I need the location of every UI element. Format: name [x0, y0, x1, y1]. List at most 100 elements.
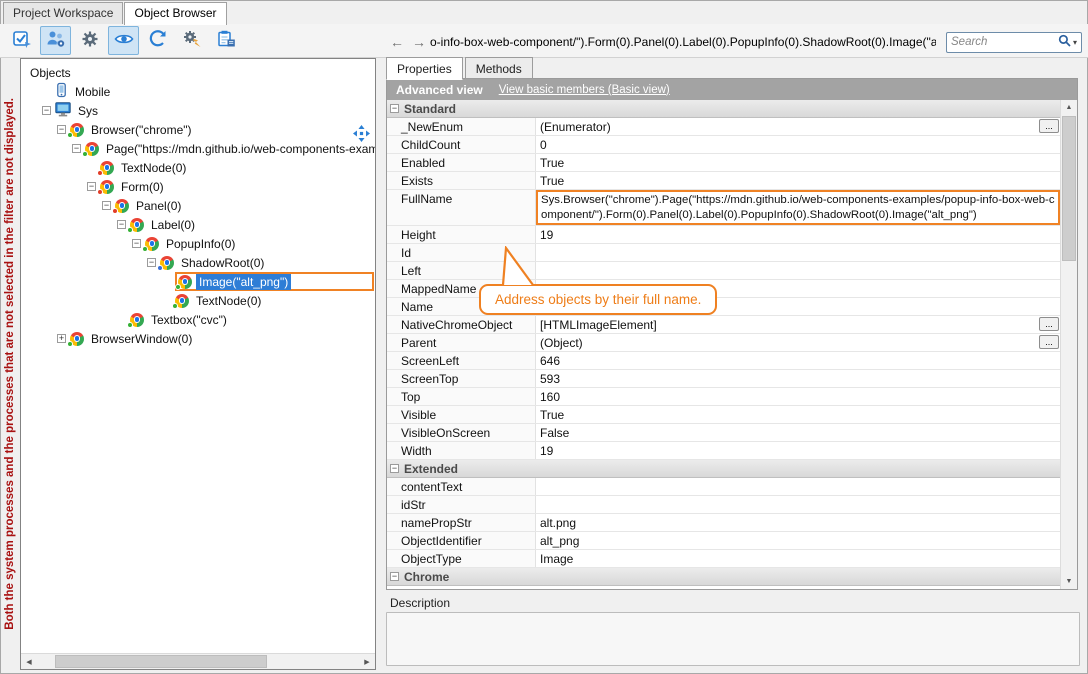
tree-item-label: ShadowRoot(0) — [178, 255, 267, 271]
property-name: FullName — [387, 190, 536, 225]
tree-scroll-thumb[interactable] — [55, 655, 267, 668]
property-value: True — [536, 172, 1060, 189]
property-value: False — [536, 424, 1060, 441]
tree-item[interactable]: −Sys — [21, 101, 375, 120]
view-mode-title: Advanced view — [396, 83, 483, 97]
selected-tree-item[interactable]: Image("alt_png") — [175, 272, 374, 291]
property-value: (Enumerator) — [536, 118, 1039, 135]
scroll-left-icon[interactable]: ◀ — [21, 654, 37, 669]
ellipsis-button[interactable]: ... — [1039, 317, 1059, 331]
tab-properties[interactable]: Properties — [386, 57, 463, 80]
property-value: [HTMLImageElement] — [536, 316, 1039, 333]
tab-object-browser[interactable]: Object Browser — [124, 2, 226, 25]
property-value: 646 — [536, 352, 1060, 369]
grid-vertical-scrollbar[interactable]: ▲ ▼ — [1060, 100, 1077, 589]
map-object-button[interactable] — [40, 26, 71, 55]
collapse-icon[interactable]: − — [390, 572, 399, 581]
tree-item-label: Browser("chrome") — [88, 122, 195, 138]
copy-object-info-button[interactable] — [210, 26, 241, 55]
tree-horizontal-scrollbar[interactable]: ◀ ▶ — [21, 653, 375, 669]
collapse-icon[interactable]: − — [147, 258, 156, 267]
tree-item[interactable]: − ShadowRoot(0) — [21, 253, 375, 272]
move-arrows-icon[interactable] — [353, 125, 370, 145]
section-header-chrome[interactable]: −Chrome — [387, 568, 1060, 586]
filter-note-strip: Both the system processes and the proces… — [0, 58, 20, 670]
grid-scroll-thumb[interactable] — [1062, 116, 1076, 261]
property-name: _NewEnum — [387, 118, 536, 135]
tree-item[interactable]: −PopupInfo(0) — [21, 234, 375, 253]
search-input[interactable]: Search ▾ — [946, 32, 1082, 53]
computer-icon — [55, 102, 71, 120]
tree-item-label: Form(0) — [118, 179, 167, 195]
collapse-icon[interactable]: − — [87, 182, 96, 191]
tree-item[interactable]: TextNode(0) — [21, 158, 375, 177]
collapse-icon[interactable]: − — [102, 201, 111, 210]
tree-item[interactable]: + BrowserWindow(0) — [21, 329, 375, 348]
forward-button[interactable]: → — [412, 34, 426, 50]
property-value: True — [536, 154, 1060, 171]
tree-item-label: BrowserWindow(0) — [88, 331, 195, 347]
basic-view-link[interactable]: View basic members (Basic view) — [499, 84, 670, 96]
section-header-extended[interactable]: −Extended — [387, 460, 1060, 478]
scroll-down-icon[interactable]: ▼ — [1061, 574, 1077, 589]
property-value: 19 — [536, 226, 1060, 243]
search-dropdown-icon[interactable]: ▾ — [1073, 38, 1077, 47]
expand-icon[interactable]: + — [57, 334, 66, 343]
collapse-icon[interactable]: − — [42, 106, 51, 115]
status-dot — [82, 151, 88, 157]
tree-item[interactable]: − Browser("chrome") — [21, 120, 375, 139]
scroll-right-icon[interactable]: ▶ — [359, 654, 375, 669]
property-value: True — [536, 406, 1060, 423]
object-fullname-path: o-info-box-web-component/").Form(0).Pane… — [430, 35, 936, 49]
tree-item[interactable]: Mobile — [21, 82, 375, 101]
run-gear-button[interactable] — [176, 26, 207, 55]
collapse-icon[interactable]: − — [132, 239, 141, 248]
settings-gear-button[interactable] — [74, 26, 105, 55]
search-icon[interactable] — [1058, 34, 1071, 50]
property-row: ScreenLeft646 — [387, 352, 1060, 370]
collapse-icon[interactable]: − — [390, 104, 399, 113]
property-value: alt.png — [536, 514, 1060, 531]
property-grid-body: −Standard_NewEnum(Enumerator)...ChildCou… — [387, 100, 1077, 589]
ellipsis-button[interactable]: ... — [1039, 335, 1059, 349]
back-button[interactable]: ← — [390, 34, 404, 50]
search-placeholder: Search — [951, 36, 1058, 48]
tree-item[interactable]: TextNode(0) — [21, 291, 375, 310]
section-header-standard[interactable]: −Standard — [387, 100, 1060, 118]
property-row: ObjectIdentifieralt_png — [387, 532, 1060, 550]
collapse-icon[interactable]: − — [57, 125, 66, 134]
collapse-icon[interactable]: − — [117, 220, 126, 229]
property-name: Visible — [387, 406, 536, 423]
property-value: 593 — [536, 370, 1060, 387]
property-value: 0 — [536, 136, 1060, 153]
tree-item[interactable]: Image("alt_png") — [21, 272, 375, 291]
tab-methods[interactable]: Methods — [465, 57, 533, 79]
tree-item[interactable]: −Label(0) — [21, 215, 375, 234]
property-row: FullNameSys.Browser("chrome").Page("http… — [387, 190, 1060, 226]
collapse-icon[interactable]: − — [72, 144, 81, 153]
property-name: ObjectIdentifier — [387, 532, 536, 549]
property-value: Sys.Browser("chrome").Page("https://mdn.… — [536, 190, 1060, 225]
status-dot — [97, 189, 103, 195]
highlight-object-button[interactable] — [108, 26, 139, 55]
property-row: Width19 — [387, 442, 1060, 460]
checklist-button[interactable] — [6, 26, 37, 55]
tree-item[interactable]: Textbox("cvc") — [21, 310, 375, 329]
collapse-icon[interactable]: − — [390, 464, 399, 473]
tree-item[interactable]: −Page("https://mdn.github.io/web-compone… — [21, 139, 375, 158]
section-title: Chrome — [404, 570, 449, 584]
object-tree-panel: ObjectsMobile−Sys−Browser("chrome")−Page… — [20, 58, 376, 670]
ellipsis-button[interactable]: ... — [1039, 119, 1059, 133]
property-name: VisibleOnScreen — [387, 424, 536, 441]
tree-scroll-track[interactable] — [37, 654, 359, 669]
scroll-up-icon[interactable]: ▲ — [1061, 100, 1077, 115]
tree-item[interactable]: − Form(0) — [21, 177, 375, 196]
tab-project-workspace[interactable]: Project Workspace — [3, 2, 123, 24]
section-title: Standard — [404, 102, 456, 116]
property-name: Top — [387, 388, 536, 405]
callout-tail — [493, 246, 537, 289]
tree-item[interactable]: −Panel(0) — [21, 196, 375, 215]
object-tree: ObjectsMobile−Sys−Browser("chrome")−Page… — [21, 59, 375, 348]
tree-item[interactable]: Objects — [21, 63, 375, 82]
refresh-button[interactable] — [142, 26, 173, 55]
